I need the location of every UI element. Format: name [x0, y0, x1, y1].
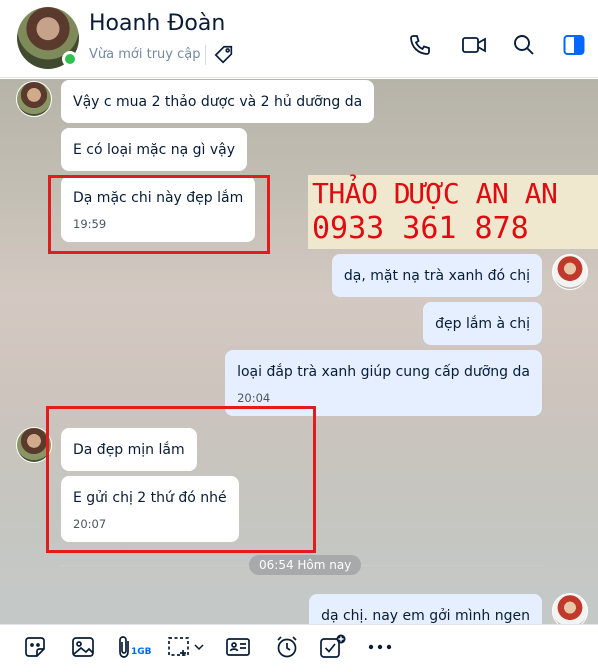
my-avatar[interactable] [552, 254, 588, 290]
watermark-brand: THẢO DƯỢC AN AN [312, 177, 558, 210]
sticker-icon[interactable] [21, 633, 49, 661]
screenshot-icon[interactable] [166, 633, 206, 661]
message-text: loại đắp trà xanh giúp cung cấp dưỡng da [237, 364, 530, 380]
message-text: dạ, mặt nạ trà xanh đó chị [343, 268, 530, 284]
message-text: E có loại mặc nạ gì vậy [73, 142, 236, 158]
highlight-box [46, 406, 316, 553]
conversation-info-icon[interactable] [562, 33, 586, 57]
message-list[interactable]: THẢO DƯỢC AN AN 0933 361 878 Vậy c mua 2… [0, 79, 598, 624]
composer-toolbar: 1GB [0, 624, 598, 672]
online-status-dot [62, 51, 78, 67]
date-divider-label: 06:54 Hôm nay [249, 555, 362, 575]
phone-call-icon[interactable] [408, 33, 432, 57]
message-text: Vậy c mua 2 thảo dược và 2 hủ dưỡng da [73, 94, 363, 110]
message-bubble-outgoing[interactable]: dạ, mặt nạ trà xanh đó chị [331, 254, 542, 297]
my-avatar[interactable] [552, 593, 588, 624]
watermark-overlay: THẢO DƯỢC AN AN 0933 361 878 [308, 175, 598, 249]
highlight-box [48, 175, 270, 254]
search-icon[interactable] [512, 33, 536, 57]
contact-status: Vừa mới truy cập [89, 47, 201, 62]
business-card-icon[interactable] [224, 633, 252, 661]
message-bubble-incoming[interactable]: Vậy c mua 2 thảo dược và 2 hủ dưỡng da [61, 80, 375, 123]
header-separator [205, 45, 206, 65]
contact-name[interactable]: Hoanh Đoàn [89, 11, 225, 36]
tag-icon[interactable] [213, 44, 235, 66]
image-icon[interactable] [69, 633, 97, 661]
more-options-icon[interactable] [366, 633, 394, 661]
watermark-phone: 0933 361 878 [312, 211, 529, 246]
message-bubble-outgoing[interactable]: đẹp lắm à chị [423, 302, 542, 345]
chat-header: Hoanh Đoàn Vừa mới truy cập [0, 0, 598, 78]
message-bubble-incoming[interactable]: E có loại mặc nạ gì vậy [61, 128, 248, 171]
message-time: 20:04 [237, 391, 271, 405]
message-text: đẹp lắm à chị [435, 316, 530, 332]
reminder-clock-icon[interactable] [273, 633, 301, 661]
sender-avatar[interactable] [16, 81, 52, 117]
message-bubble-outgoing[interactable]: dạ chị. nay em gởi mình ngen [309, 594, 542, 624]
assign-task-icon[interactable] [318, 633, 348, 661]
message-text: dạ chị. nay em gởi mình ngen [321, 608, 530, 624]
video-call-icon[interactable] [461, 33, 487, 57]
file-size-badge: 1GB [131, 647, 152, 657]
